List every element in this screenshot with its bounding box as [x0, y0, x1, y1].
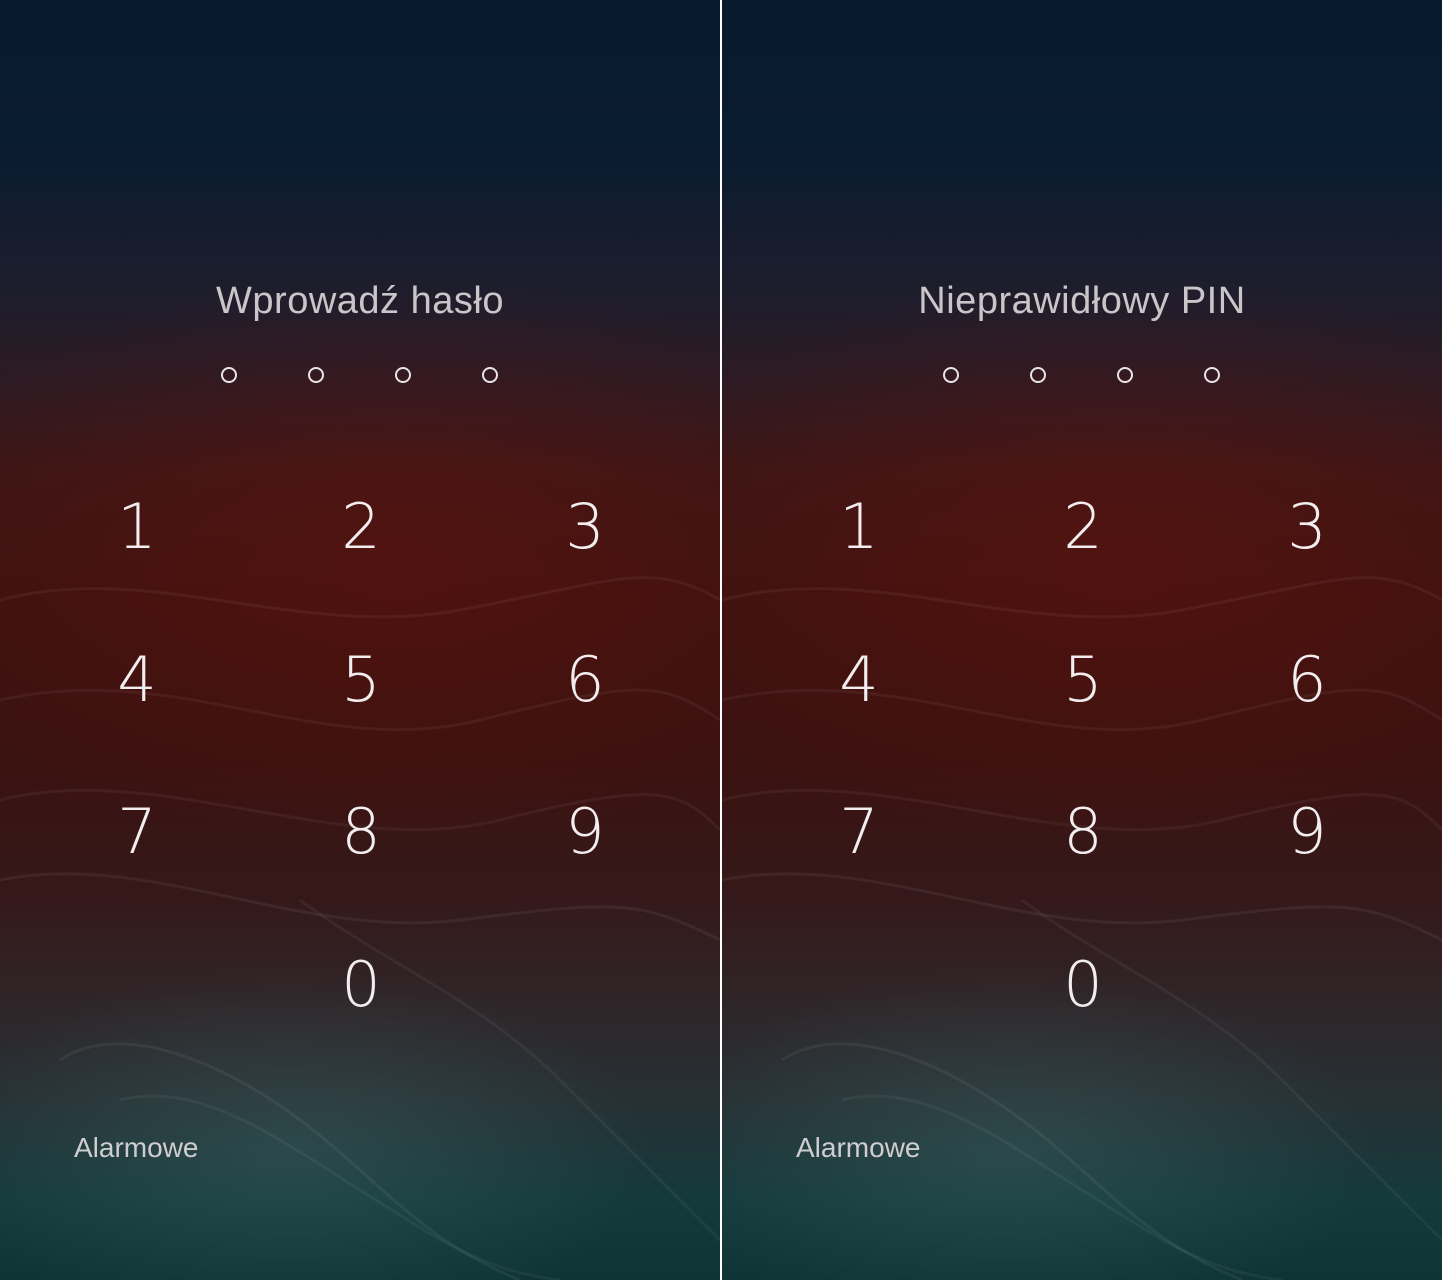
pin-indicator	[722, 364, 1442, 386]
password-prompt-title: Wprowadź hasło	[216, 280, 504, 322]
emergency-call-button[interactable]: Alarmowe	[796, 1132, 920, 1164]
key-0[interactable]: 0	[1008, 930, 1158, 1040]
key-5[interactable]: 5	[286, 625, 436, 735]
pin-dot	[943, 367, 959, 383]
pin-dot	[482, 367, 498, 383]
key-8[interactable]: 8	[1008, 777, 1158, 887]
lock-screen-wrong-pin: Nieprawidłowy PIN 1 2 3 4 5 6 7 8 9 0 Al…	[722, 0, 1442, 1280]
key-6[interactable]: 6	[510, 625, 660, 735]
key-7[interactable]: 7	[784, 777, 934, 887]
wrong-pin-title: Nieprawidłowy PIN	[918, 280, 1246, 322]
pin-dot	[221, 367, 237, 383]
emergency-call-button[interactable]: Alarmowe	[74, 1132, 198, 1164]
key-0[interactable]: 0	[286, 930, 436, 1040]
key-3[interactable]: 3	[510, 472, 660, 582]
lock-screen-enter-password: Wprowadź hasło 1 2 3 4 5 6 7 8 9 0 Alarm…	[0, 0, 720, 1280]
key-2[interactable]: 2	[286, 472, 436, 582]
key-7[interactable]: 7	[62, 777, 212, 887]
key-9[interactable]: 9	[1232, 777, 1382, 887]
key-9[interactable]: 9	[510, 777, 660, 887]
key-2[interactable]: 2	[1008, 472, 1158, 582]
key-6[interactable]: 6	[1232, 625, 1382, 735]
pin-indicator	[0, 364, 720, 386]
pin-dot	[1117, 367, 1133, 383]
key-4[interactable]: 4	[62, 625, 212, 735]
pin-dot	[395, 367, 411, 383]
key-3[interactable]: 3	[1232, 472, 1382, 582]
pin-dot	[1030, 367, 1046, 383]
key-1[interactable]: 1	[62, 472, 212, 582]
pin-dot	[308, 367, 324, 383]
key-1[interactable]: 1	[784, 472, 934, 582]
pin-dot	[1204, 367, 1220, 383]
key-5[interactable]: 5	[1008, 625, 1158, 735]
key-4[interactable]: 4	[784, 625, 934, 735]
screenshot-comparison: Wprowadź hasło 1 2 3 4 5 6 7 8 9 0 Alarm…	[0, 0, 1442, 1280]
key-8[interactable]: 8	[286, 777, 436, 887]
